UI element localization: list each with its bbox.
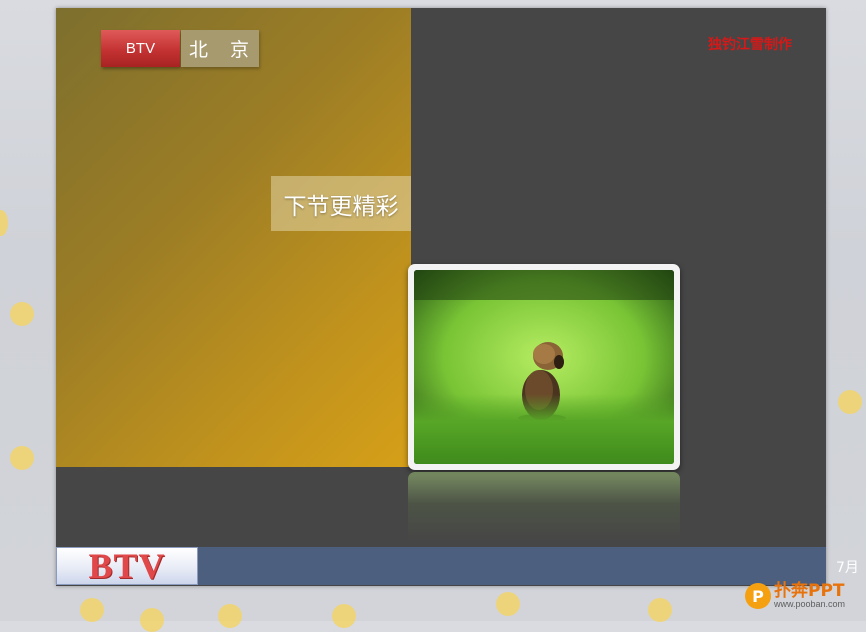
photo-frame[interactable] [408,264,680,470]
footer-date: 7月 [836,560,859,576]
pooban-logo-icon: P [745,583,771,609]
footer-logo-box[interactable]: BTV [56,546,198,586]
beijing-tab[interactable]: 北 京 [181,30,259,67]
footer-logo-text: BTV [88,546,166,586]
credit-text: 独钓江雪制作 [708,37,792,53]
decor-dot [0,210,8,236]
decor-dot [10,302,34,326]
puppy-photo [414,270,674,464]
watermark: P 扑奔PPT www.pooban.com [745,583,845,609]
btv-tab[interactable]: BTV [101,30,180,67]
teaser-box: 下节更精彩 [271,176,411,231]
watermark-url: www.pooban.com [774,599,846,609]
decor-dot [80,598,104,622]
slide-canvas[interactable]: BTV 北 京 下节更精彩 独钓江雪制作 BTV [56,8,826,586]
watermark-title: 扑奔PPT [774,581,845,601]
gold-panel [56,8,411,467]
grass-gradient [414,394,674,464]
photo-reflection [408,472,680,542]
decor-dot [838,390,862,414]
decor-dot [218,604,242,628]
decor-dot [496,592,520,616]
decor-dot [648,598,672,622]
decor-dot [10,446,34,470]
decor-dot [332,604,356,628]
decor-dot [140,608,164,632]
watermark-text: 扑奔PPT www.pooban.com [774,583,845,609]
